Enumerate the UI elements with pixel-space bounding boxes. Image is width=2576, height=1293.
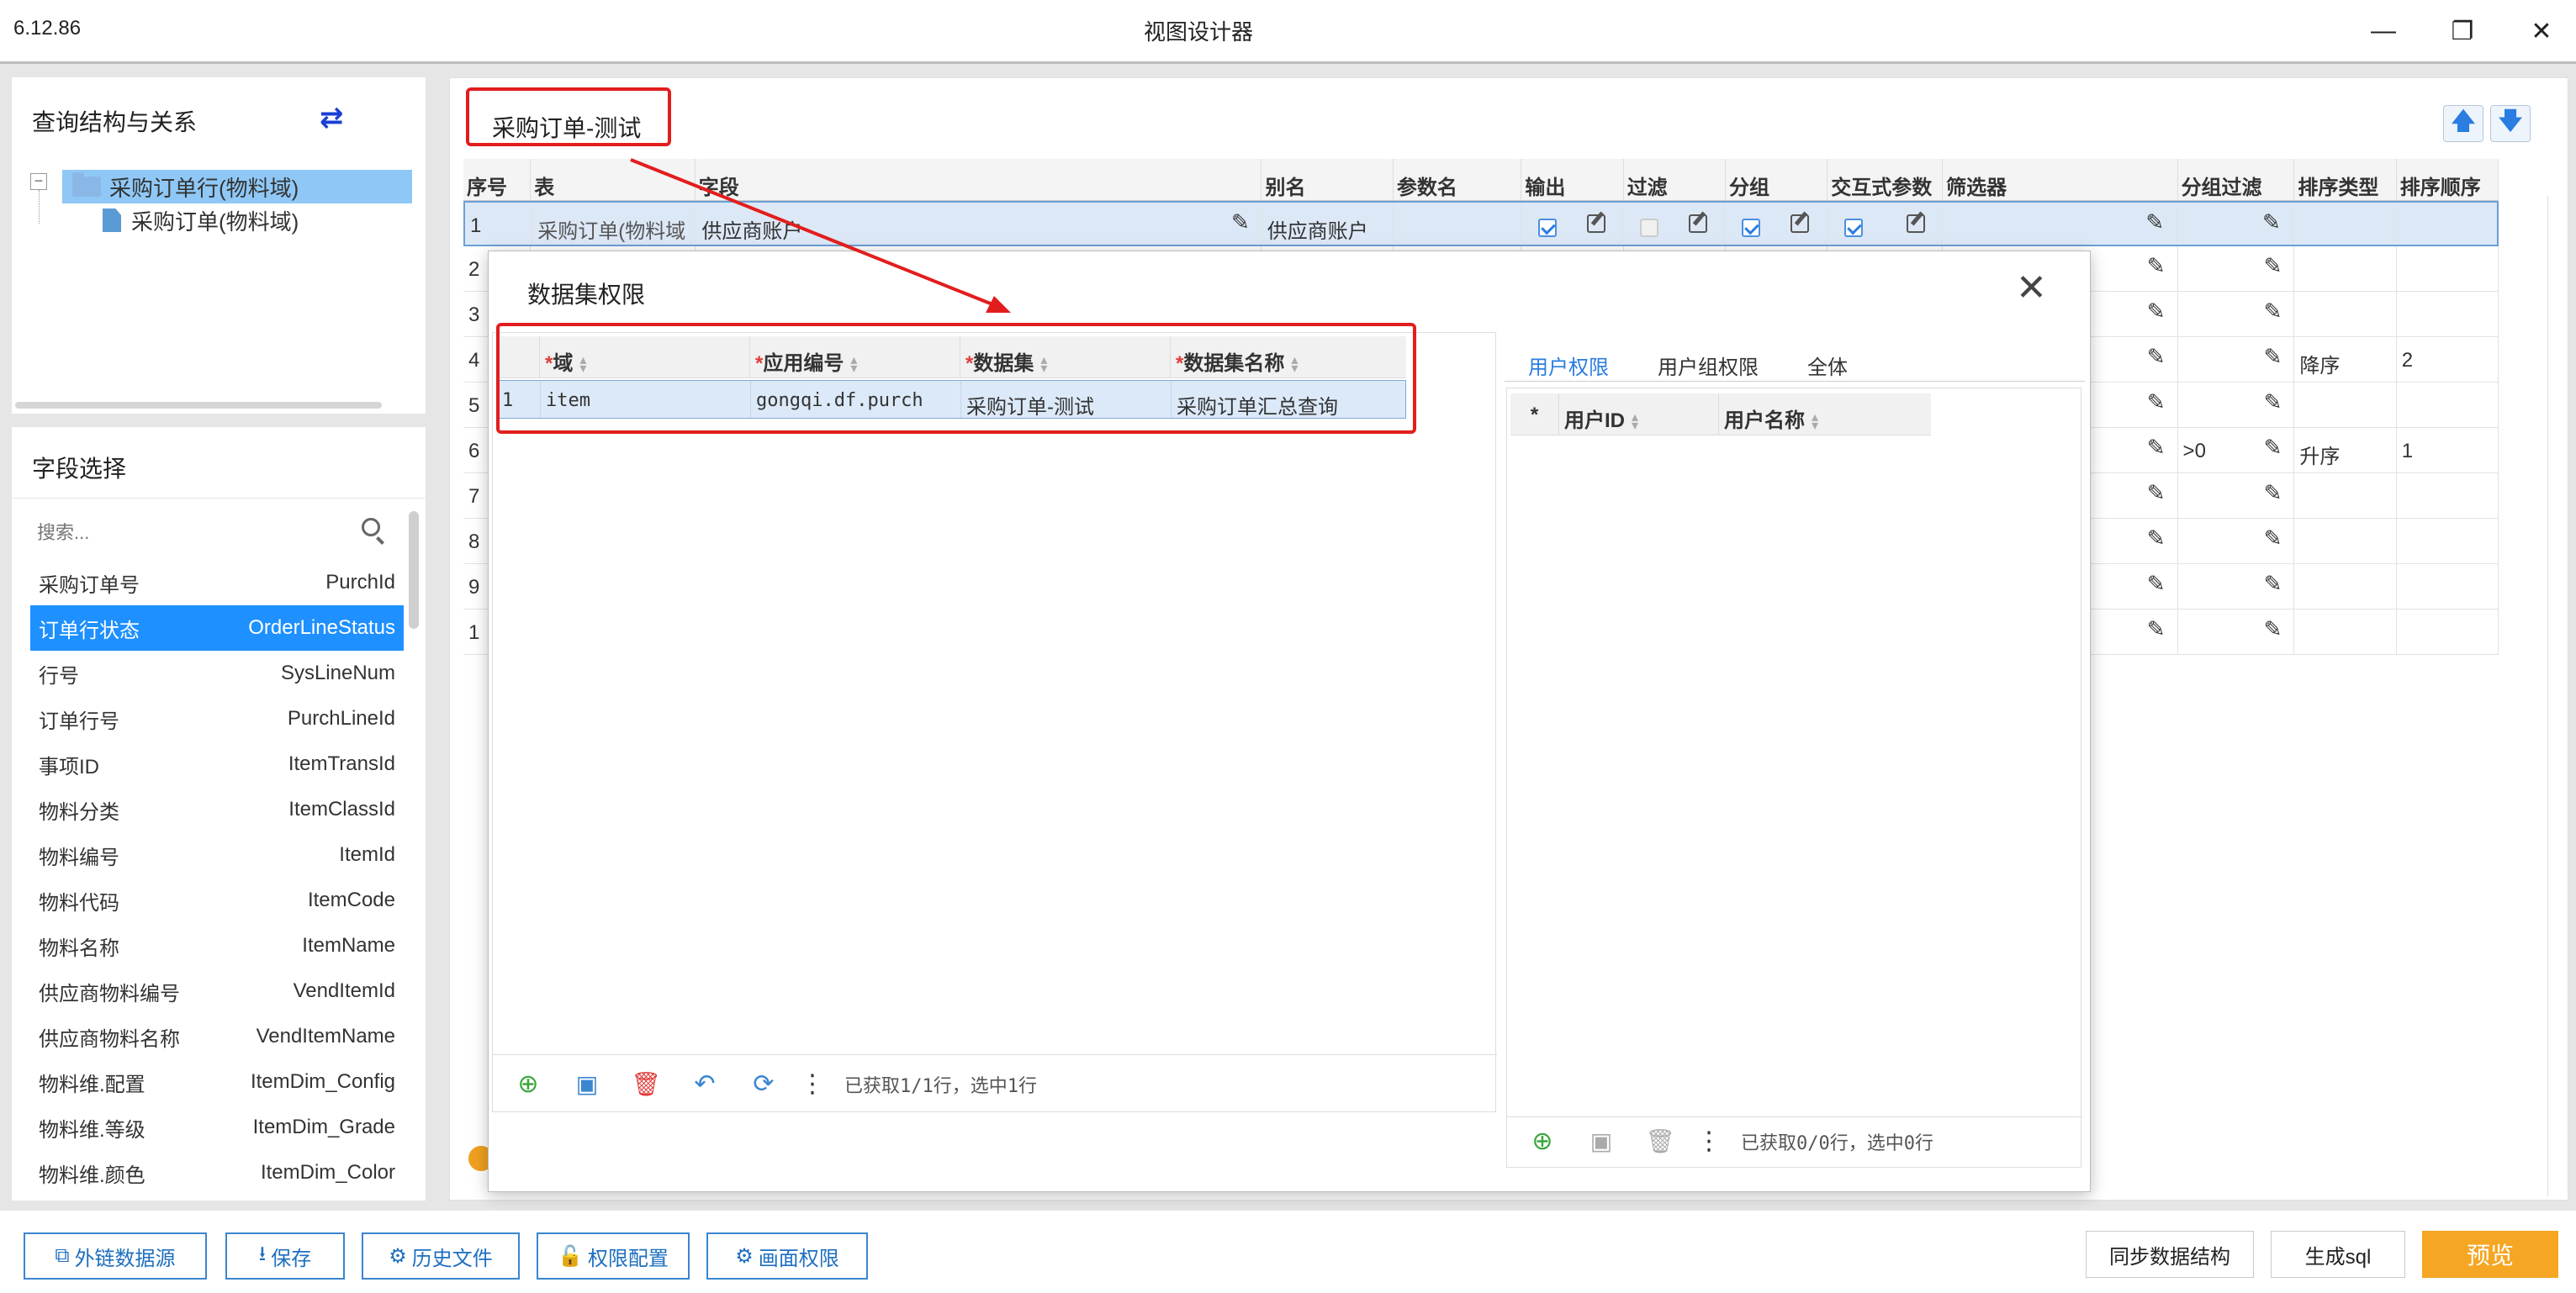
download-icon: ⭳ <box>258 1242 267 1265</box>
save-button[interactable]: ⭳ 保存 <box>225 1232 345 1280</box>
bottom-bar: ⧉ 外链数据源 ⭳ 保存 ⚙ 历史文件 🔓 权限配置 ⚙ 画面权限 同步数据结构 生成sq… <box>0 1211 2576 1293</box>
sync-structure-button[interactable]: 同步数据结构 <box>2086 1231 2254 1278</box>
history-files-button[interactable]: ⚙ 历史文件 <box>362 1232 520 1280</box>
lock-icon: 🔓 <box>558 1244 583 1268</box>
gears-icon: ⚙ <box>735 1244 754 1268</box>
generate-sql-button[interactable]: 生成sql <box>2271 1231 2405 1278</box>
annotation-arrow <box>630 158 1011 313</box>
link-icon: ⧉ <box>55 1244 70 1267</box>
external-datasource-button[interactable]: ⧉ 外链数据源 <box>24 1232 207 1280</box>
screen-permission-button[interactable]: ⚙ 画面权限 <box>706 1232 868 1280</box>
gear-icon: ⚙ <box>389 1244 407 1268</box>
permission-config-button[interactable]: 🔓 权限配置 <box>537 1232 690 1280</box>
preview-button[interactable]: 预览 <box>2422 1231 2558 1278</box>
